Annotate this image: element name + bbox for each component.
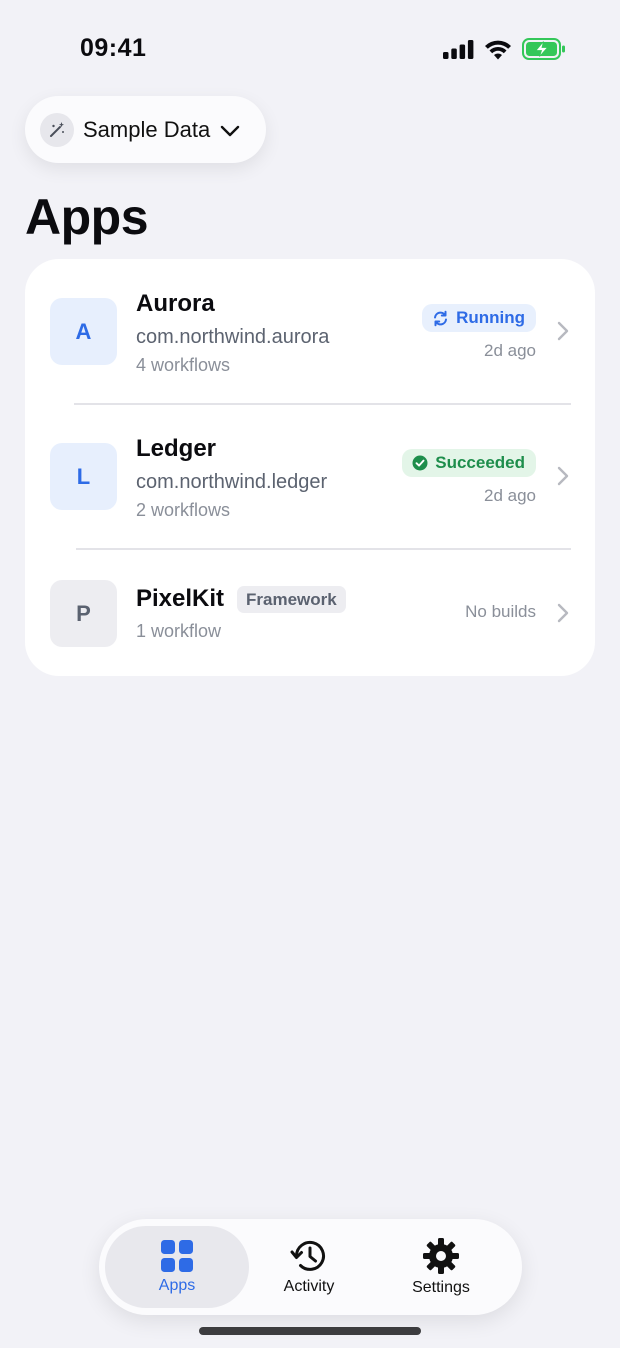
chevron-right-icon (557, 603, 569, 623)
history-icon (290, 1240, 325, 1271)
status-bar: 09:41 (0, 0, 620, 100)
status-badge-running: Running (422, 304, 536, 332)
app-row-aurora[interactable]: A Aurora com.northwind.aurora 4 workflow… (25, 259, 595, 404)
page-title: Apps (25, 189, 149, 245)
magic-wand-icon (40, 112, 74, 147)
chevron-right-icon (557, 321, 569, 341)
app-row-pixelkit[interactable]: P PixelKit Framework 1 workflow No build… (25, 549, 595, 676)
gear-icon (423, 1238, 459, 1274)
tab-bar: Apps Activity Settings (99, 1219, 522, 1315)
cellular-signal-icon (443, 39, 474, 59)
home-indicator (199, 1327, 421, 1335)
tab-apps[interactable]: Apps (105, 1226, 249, 1308)
last-build-time: No builds (465, 602, 536, 621)
framework-tag: Framework (237, 586, 346, 613)
workflow-count: 4 workflows (136, 355, 231, 375)
status-time: 09:41 (80, 34, 147, 62)
tab-activity[interactable]: Activity (244, 1226, 374, 1308)
refresh-icon (432, 310, 449, 327)
app-name: Ledger (136, 435, 217, 462)
workflow-count: 2 workflows (136, 500, 231, 520)
status-badge-succeeded: Succeeded (402, 449, 536, 477)
apps-list: A Aurora com.northwind.aurora 4 workflow… (25, 259, 595, 676)
last-build-time: 2d ago (484, 341, 536, 360)
battery-charging-icon (522, 38, 565, 60)
workflow-count: 1 workflow (136, 621, 222, 641)
bundle-id: com.northwind.ledger (136, 471, 328, 493)
last-build-time: 2d ago (484, 486, 536, 505)
tab-label: Activity (283, 1278, 335, 1295)
grid-icon (161, 1240, 193, 1272)
tab-settings[interactable]: Settings (375, 1226, 507, 1308)
tab-label: Settings (412, 1279, 470, 1296)
sample-data-label: Sample Data (83, 116, 211, 142)
tab-label: Apps (158, 1277, 196, 1294)
app-name: PixelKit (136, 585, 225, 612)
sample-data-picker[interactable]: Sample Data (25, 96, 266, 163)
status-label: Running (456, 308, 525, 327)
app-name: Aurora (136, 290, 215, 317)
wifi-icon (485, 40, 511, 59)
app-row-ledger[interactable]: L Ledger com.northwind.ledger 2 workflow… (25, 404, 595, 549)
chevron-down-icon (220, 125, 240, 136)
app-avatar: A (50, 298, 117, 365)
checkmark-circle-icon (412, 455, 428, 471)
app-avatar: P (50, 580, 117, 647)
status-icons (443, 38, 566, 60)
status-label: Succeeded (435, 453, 525, 472)
bundle-id: com.northwind.aurora (136, 326, 330, 348)
chevron-right-icon (557, 466, 569, 486)
app-avatar: L (50, 443, 117, 510)
